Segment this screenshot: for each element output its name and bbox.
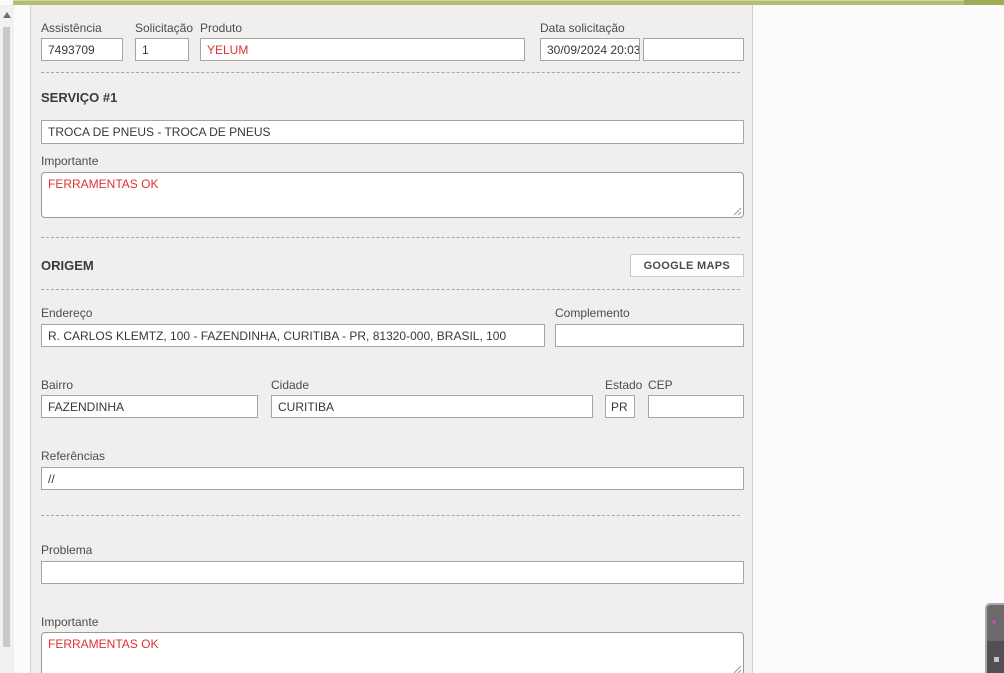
extra-field <box>643 21 744 61</box>
purple-dot-icon <box>992 620 996 624</box>
gray-dot-icon <box>994 657 999 662</box>
importante-textarea-2[interactable]: FERRAMENTAS OK <box>41 632 744 673</box>
solicitacao-input[interactable]: 1 <box>135 38 189 61</box>
data-solicitacao-input[interactable]: 30/09/2024 20:03 <box>540 38 640 61</box>
assistencia-field: Assistência 7493709 <box>41 21 123 61</box>
importante-text-1: FERRAMENTAS OK <box>48 177 159 191</box>
origem-heading: ORIGEM <box>41 258 94 273</box>
endereco-label: Endereço <box>41 306 93 320</box>
overlay-widget-top <box>987 605 1004 641</box>
assistencia-input[interactable]: 7493709 <box>41 38 123 61</box>
header-fields-row: Assistência 7493709 Solicitação 1 Produt… <box>41 21 744 61</box>
servico-input[interactable]: TROCA DE PNEUS - TROCA DE PNEUS <box>41 120 744 144</box>
top-accent-bar-right-segment <box>964 0 1004 5</box>
importante-textarea-1[interactable]: FERRAMENTAS OK <box>41 172 744 218</box>
servico-heading: SERVIÇO #1 <box>41 90 118 105</box>
endereco-input[interactable]: R. CARLOS KLEMTZ, 100 - FAZENDINHA, CURI… <box>41 324 545 347</box>
problema-label: Problema <box>41 543 93 557</box>
resize-grip-icon[interactable] <box>733 207 742 216</box>
separator <box>41 289 740 290</box>
referencias-input[interactable]: // <box>41 467 744 490</box>
referencias-label: Referências <box>41 449 106 463</box>
assistencia-label: Assistência <box>41 21 102 35</box>
complemento-input[interactable] <box>555 324 744 347</box>
problema-input[interactable] <box>41 561 744 584</box>
bairro-labels-row: Bairro Cidade Estado CEP <box>41 378 744 393</box>
estado-label: Estado <box>605 378 643 392</box>
resize-grip-icon[interactable] <box>733 665 742 673</box>
bairro-input[interactable]: FAZENDINHA <box>41 395 258 418</box>
extra-input[interactable] <box>643 38 744 61</box>
separator <box>41 515 740 516</box>
data-solicitacao-field: Data solicitação 30/09/2024 20:03 <box>540 21 640 61</box>
cidade-input[interactable]: CURITIBA <box>271 395 593 418</box>
bairro-label: Bairro <box>41 378 74 392</box>
cidade-label: Cidade <box>271 378 310 392</box>
separator <box>41 237 740 238</box>
importante-label-2: Importante <box>41 615 99 629</box>
solicitacao-field: Solicitação 1 <box>135 21 194 61</box>
up-arrow-icon <box>3 12 11 18</box>
importante-label-1: Importante <box>41 154 99 168</box>
bairro-inputs-row: FAZENDINHA CURITIBA PR <box>41 395 744 418</box>
scrollbar-up-button[interactable] <box>0 7 14 23</box>
origem-header: ORIGEM GOOGLE MAPS <box>41 254 744 277</box>
cep-input[interactable] <box>648 395 744 418</box>
vertical-scrollbar[interactable] <box>0 5 14 673</box>
scrollbar-thumb[interactable] <box>3 27 10 647</box>
importante-text-2: FERRAMENTAS OK <box>48 637 159 651</box>
separator <box>41 72 740 73</box>
google-maps-button[interactable]: GOOGLE MAPS <box>629 254 744 277</box>
solicitacao-label: Solicitação <box>135 21 194 35</box>
produto-input[interactable]: YELUM <box>200 38 525 61</box>
extra-label <box>643 21 744 36</box>
produto-field: Produto YELUM <box>200 21 525 61</box>
data-solicitacao-label: Data solicitação <box>540 21 625 35</box>
endereco-inputs-row: R. CARLOS KLEMTZ, 100 - FAZENDINHA, CURI… <box>41 324 744 347</box>
estado-input[interactable]: PR <box>605 395 635 418</box>
produto-label: Produto <box>200 21 243 35</box>
cep-label: CEP <box>648 378 673 392</box>
service-request-form: Assistência 7493709 Solicitação 1 Produt… <box>30 5 753 673</box>
overlay-widget-bottom <box>987 641 1004 673</box>
complemento-label: Complemento <box>555 306 630 320</box>
overlay-widget-corner[interactable] <box>985 603 1004 673</box>
endereco-labels-row: Endereço Complemento <box>41 306 744 321</box>
